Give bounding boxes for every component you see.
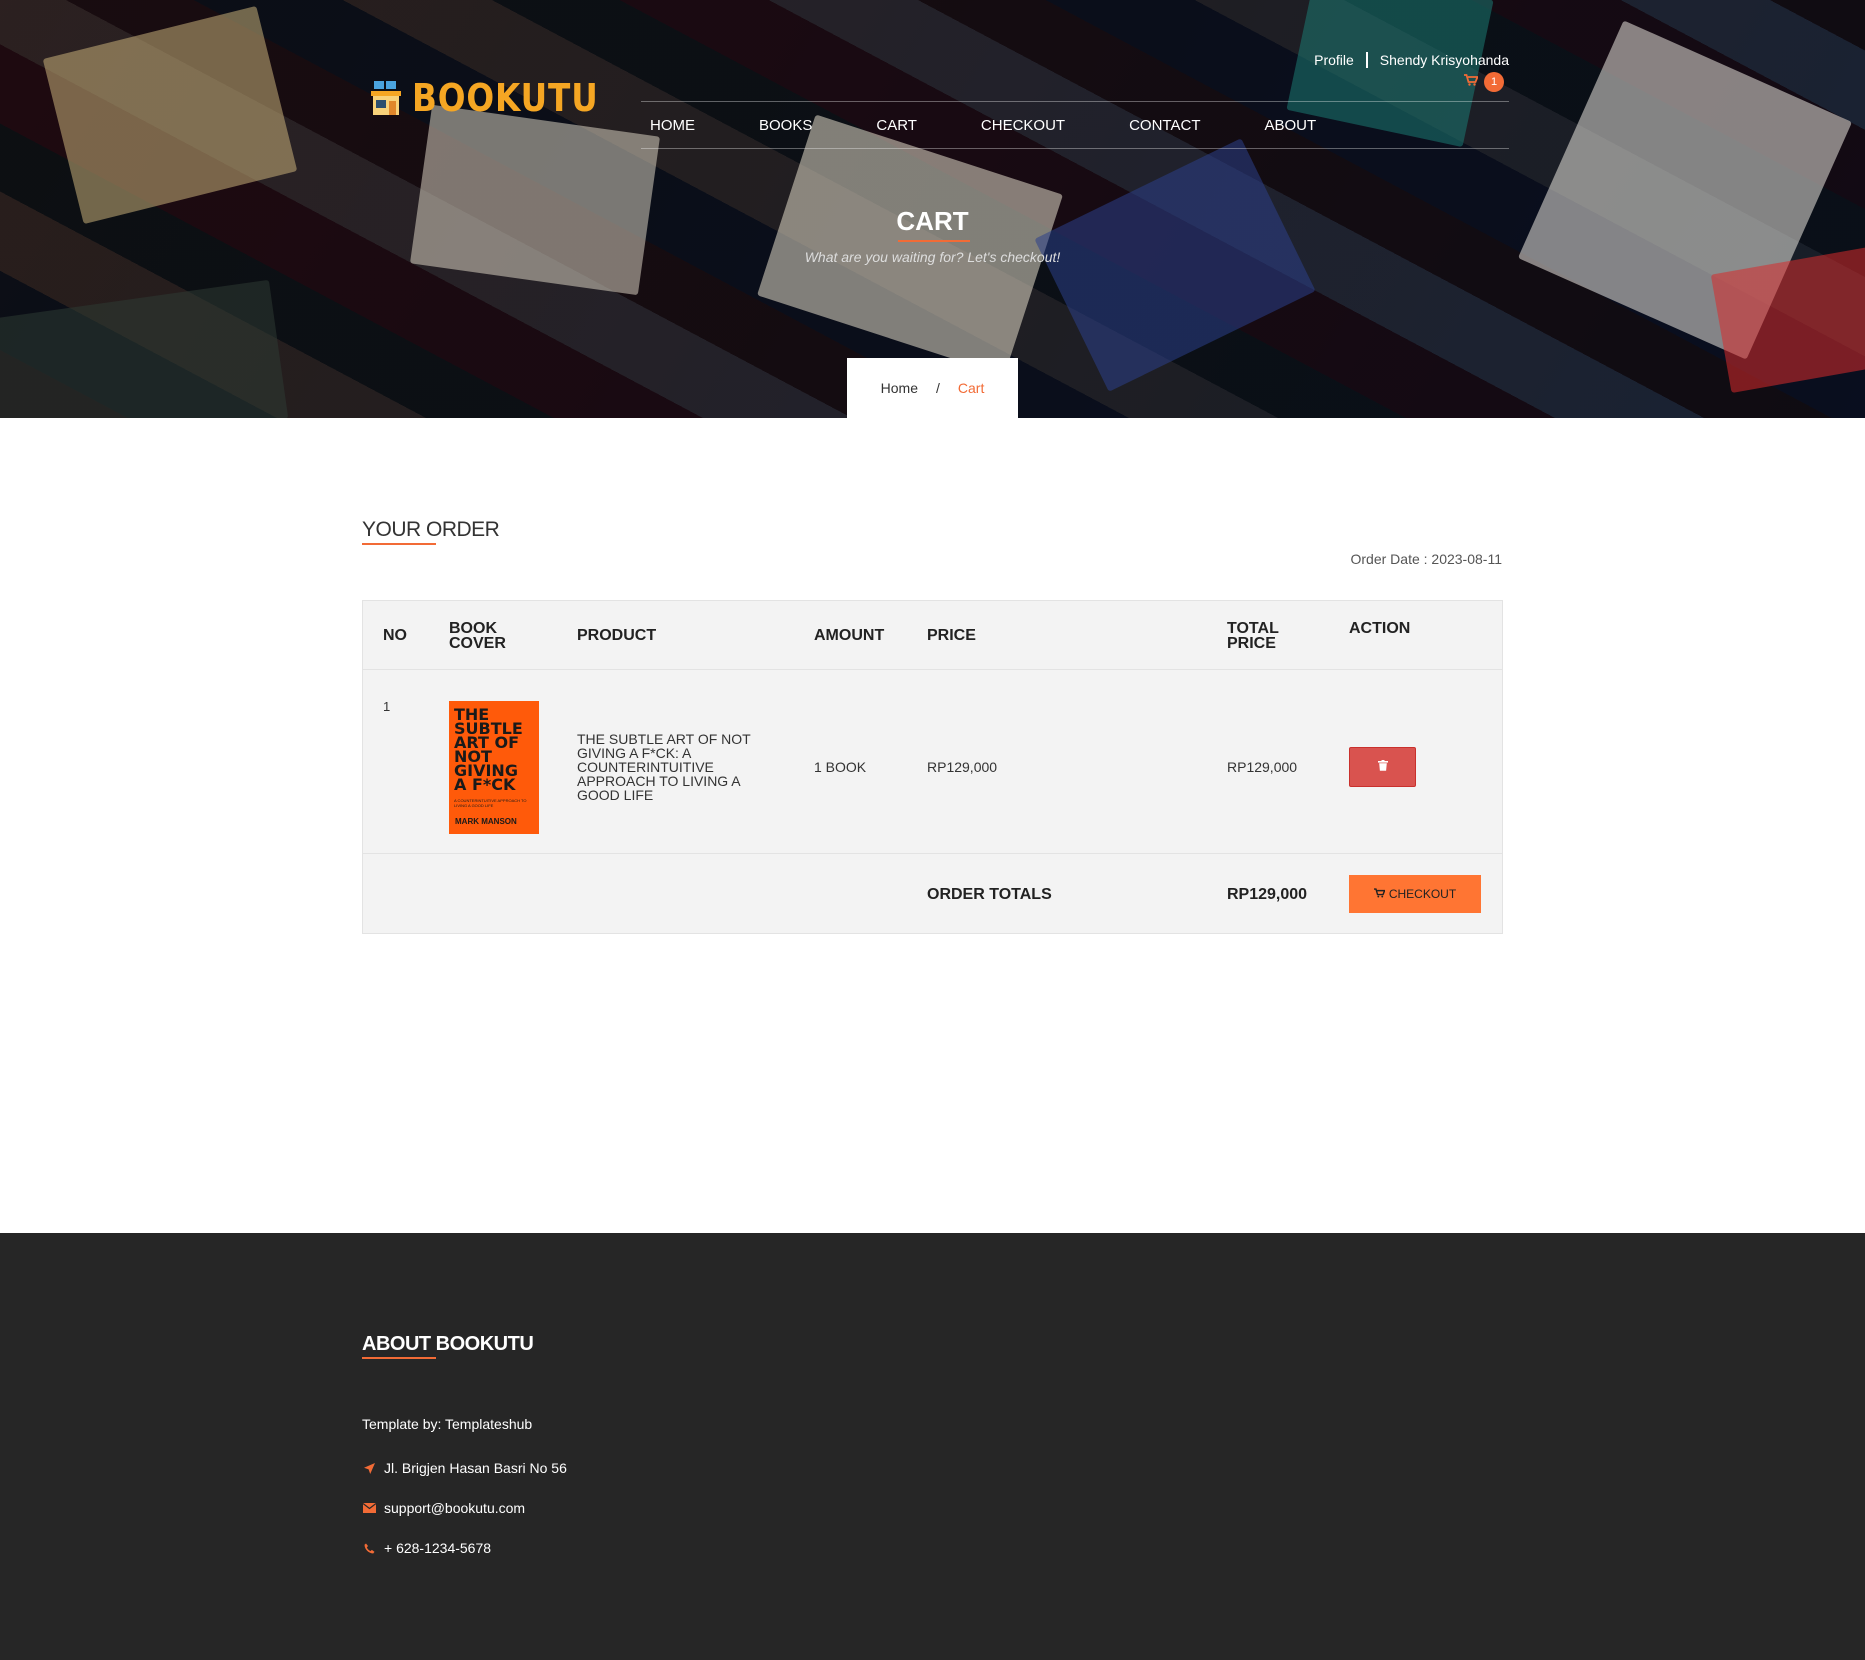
footer-address: Jl. Brigjen Hasan Basri No 56: [362, 1460, 567, 1476]
column-book-cover-line2: COVER: [449, 635, 506, 652]
divider: [1365, 52, 1368, 68]
column-total-price: TOTAL PRICE: [1227, 620, 1279, 652]
phone-icon: [362, 1543, 376, 1554]
nav-checkout[interactable]: CHECKOUT: [981, 117, 1065, 134]
product-name[interactable]: THE SUBTLE ART OF NOT GIVING A F*CK: A C…: [577, 732, 752, 802]
totals-row: ORDER TOTALS RP129,000 CHECKOUT: [363, 854, 1502, 935]
main-nav: HOME BOOKS CART CHECKOUT CONTACT ABOUT: [641, 101, 1509, 149]
column-total-price-line2: PRICE: [1227, 635, 1276, 652]
phone-text: + 628-1234-5678: [384, 1540, 492, 1556]
nav-home[interactable]: HOME: [650, 117, 695, 134]
footer-phone: + 628-1234-5678: [362, 1540, 491, 1556]
order-table: NO BOOK COVER PRODUCT AMOUNT PRICE TOTAL…: [362, 600, 1503, 934]
table-header: NO BOOK COVER PRODUCT AMOUNT PRICE TOTAL…: [363, 601, 1502, 670]
bookstore-icon: [370, 79, 402, 117]
book-cover-image[interactable]: THE SUBTLE ART OF NOT GIVING A F*CK A CO…: [449, 701, 539, 834]
user-bar: Profile Shendy Krisyohanda: [1314, 52, 1509, 68]
cart-icon: [1373, 887, 1386, 901]
order-heading: YOUR ORDER: [362, 518, 500, 541]
cover-subtitle: A COUNTERINTUITIVE APPROACH TO LIVING A …: [454, 798, 527, 808]
row-number: 1: [383, 699, 391, 714]
checkout-button[interactable]: CHECKOUT: [1349, 875, 1481, 913]
background-book: [0, 279, 289, 418]
footer-title-underline: [362, 1357, 436, 1359]
column-no: NO: [383, 627, 407, 644]
column-action: ACTION: [1349, 620, 1411, 637]
breadcrumb-separator: /: [936, 380, 940, 396]
trash-icon: [1377, 758, 1388, 776]
background-book: [42, 5, 298, 225]
column-product: PRODUCT: [577, 627, 657, 644]
mini-cart[interactable]: 1: [1464, 72, 1504, 92]
brand-logo[interactable]: BOOKUTU: [370, 76, 629, 120]
brand-name: BOOKUTU: [412, 76, 599, 120]
cart-icon: [1464, 73, 1479, 91]
product-total-price: RP129,000: [1227, 759, 1298, 775]
email-text[interactable]: support@bookutu.com: [384, 1500, 525, 1516]
column-price: PRICE: [927, 627, 976, 644]
page-title: CART: [896, 206, 969, 236]
background-book: [1034, 138, 1316, 392]
table-row: 1 THE SUBTLE ART OF NOT GIVING A F*CK A …: [363, 670, 1502, 854]
order-date: Order Date : 2023-08-11: [1350, 551, 1503, 567]
column-amount: AMOUNT: [814, 627, 885, 644]
cart-count-badge: 1: [1484, 72, 1504, 92]
template-credit-text: Template by: Templateshub: [362, 1416, 533, 1432]
cover-title: THE SUBTLE ART OF NOT GIVING A F*CK: [454, 705, 523, 794]
template-credit: Template by: Templateshub: [362, 1416, 532, 1432]
nav-contact[interactable]: CONTACT: [1129, 117, 1200, 134]
breadcrumb: Home / Cart: [847, 358, 1018, 418]
envelope-icon: [362, 1503, 376, 1513]
column-book-cover: BOOK COVER: [449, 620, 506, 652]
breadcrumb-current: Cart: [957, 380, 985, 396]
delete-item-button[interactable]: [1349, 747, 1416, 787]
page-subtitle: What are you waiting for? Let's checkout…: [804, 249, 1061, 265]
footer: ABOUT BOOKUTU Template by: Templateshub …: [0, 1233, 1865, 1660]
footer-title: ABOUT BOOKUTU: [362, 1333, 534, 1355]
breadcrumb-home[interactable]: Home: [881, 380, 918, 396]
checkout-label: CHECKOUT: [1388, 887, 1457, 901]
background-book: [409, 104, 661, 296]
order-totals-value: RP129,000: [1227, 886, 1308, 903]
address-text: Jl. Brigjen Hasan Basri No 56: [384, 1460, 567, 1476]
title-underline: [898, 240, 970, 242]
column-book-cover-line1: BOOK: [449, 620, 497, 637]
nav-cart[interactable]: CART: [876, 117, 917, 134]
nav-about[interactable]: ABOUT: [1264, 117, 1316, 134]
profile-link[interactable]: Profile: [1314, 52, 1354, 68]
product-amount: 1 BOOK: [814, 759, 867, 775]
nav-books[interactable]: BOOKS: [759, 117, 812, 134]
product-price: RP129,000: [927, 759, 998, 775]
footer-email: support@bookutu.com: [362, 1500, 525, 1516]
hero-banner: BOOKUTU Profile Shendy Krisyohanda 1 HOM…: [0, 0, 1865, 418]
column-total-price-line1: TOTAL: [1227, 620, 1279, 637]
cover-author: MARK MANSON: [455, 817, 517, 826]
order-totals-label: ORDER TOTALS: [927, 886, 1052, 903]
user-name[interactable]: Shendy Krisyohanda: [1380, 52, 1509, 68]
background-book: [757, 114, 1063, 376]
location-arrow-icon: [362, 1462, 376, 1474]
heading-underline: [362, 543, 436, 545]
